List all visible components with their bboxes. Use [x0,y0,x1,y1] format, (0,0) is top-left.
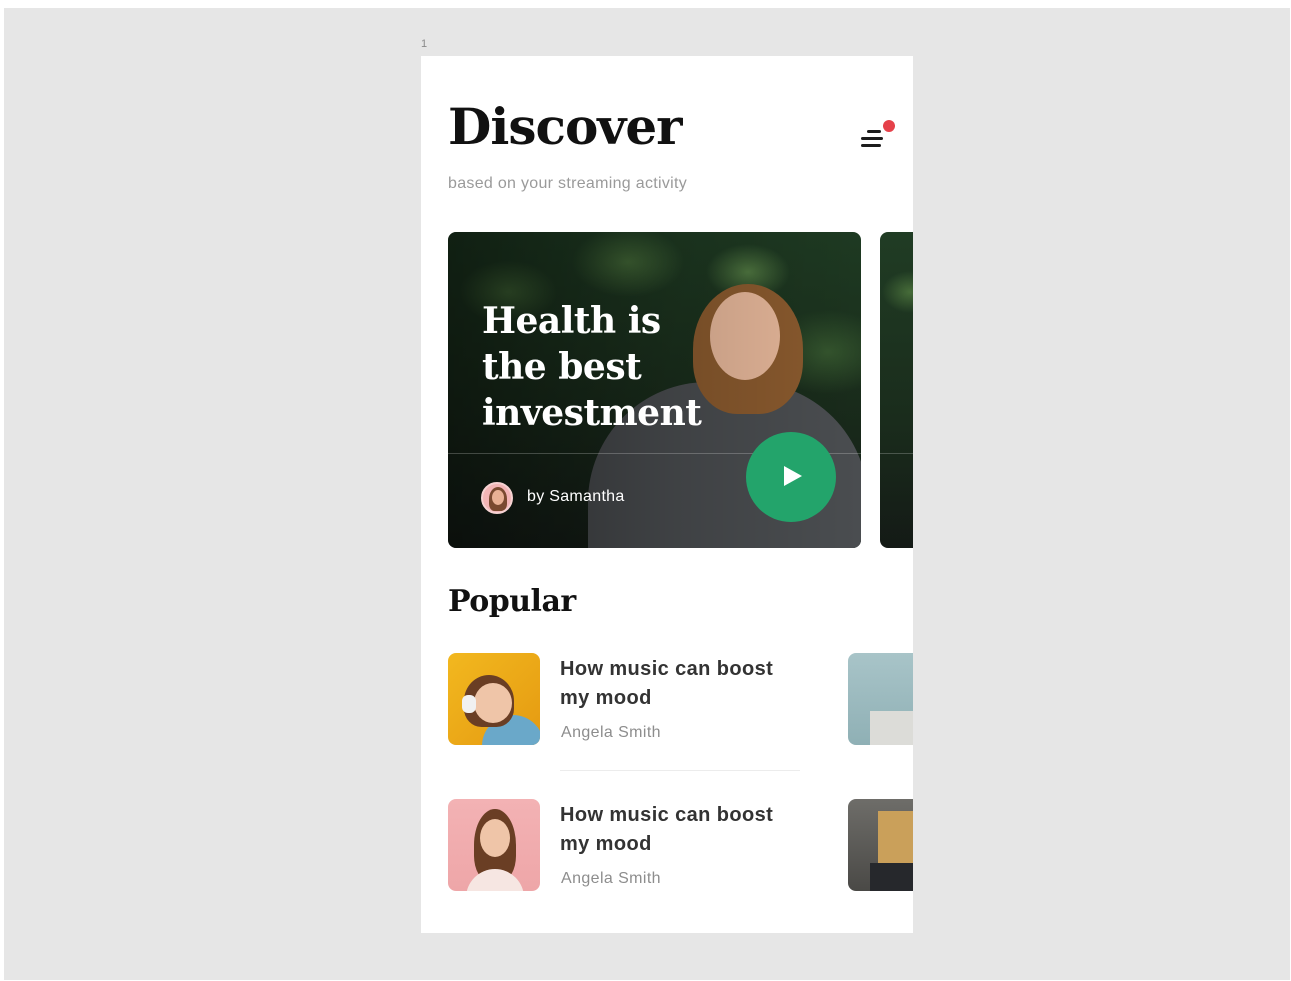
item-thumbnail-secondary[interactable] [848,653,913,745]
featured-author: by Samantha [527,488,625,505]
popular-heading: Popular [448,584,576,619]
page-title: Discover [448,97,683,156]
item-thumbnail [448,799,540,891]
item-author: Angela Smith [561,870,661,887]
play-icon [784,466,802,486]
avatar-face [492,490,504,505]
list-divider [560,770,800,771]
item-thumbnail-secondary[interactable] [848,799,913,891]
author-avatar [481,482,513,514]
thumb-face [878,667,908,701]
phone-screen: Discover based on your streaming activit… [421,56,913,933]
artboard-label: 1 [421,38,428,50]
menu-icon [867,130,881,133]
thumb-shirt [870,711,913,745]
menu-button[interactable] [853,118,895,154]
thumb-shirt [466,869,524,891]
thumb-face [480,819,510,857]
menu-icon-line [861,144,881,147]
featured-carousel[interactable]: Health is the best investment by Samanth… [448,232,913,548]
menu-icon-line [861,137,883,140]
play-button[interactable] [746,432,836,522]
headphones-icon [462,695,476,713]
card-divider [880,453,913,454]
item-author: Angela Smith [561,724,661,741]
item-title: How music can boost my mood [560,804,774,855]
next-featured-card[interactable] [880,232,913,548]
item-title: How music can boost my mood [560,658,774,709]
item-thumbnail [448,653,540,745]
list-item[interactable]: How music can boost my mood Angela Smith [448,653,913,746]
featured-card[interactable]: Health is the best investment by Samanth… [448,232,861,548]
notification-dot [883,120,895,132]
thumb-face [474,683,512,723]
featured-title: Health is the best investment [482,300,702,434]
thumb-shirt [870,863,913,891]
page-subtitle: based on your streaming activity [448,175,688,192]
thumb-face [884,819,910,853]
list-item[interactable]: How music can boost my mood Angela Smith [448,799,913,892]
